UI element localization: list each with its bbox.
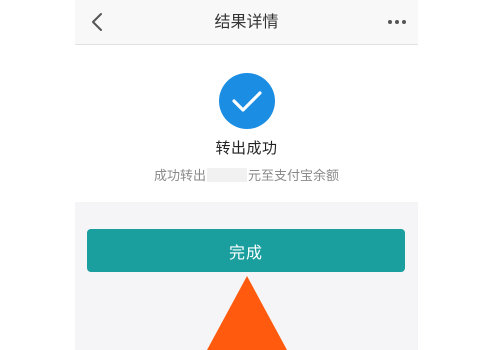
desc-suffix: 元至支付宝余额 bbox=[248, 169, 340, 184]
page-title: 结果详情 bbox=[214, 12, 279, 31]
ellipsis-icon bbox=[388, 20, 406, 24]
more-button[interactable] bbox=[382, 8, 412, 36]
nav-bar: 结果详情 bbox=[75, 0, 418, 45]
check-circle-icon bbox=[219, 73, 275, 129]
result-screen: 结果详情 转出成功 成功转出 元至支付宝余额 完成 bbox=[75, 0, 418, 350]
done-button[interactable]: 完成 bbox=[87, 229, 405, 272]
result-card: 转出成功 成功转出 元至支付宝余额 bbox=[75, 45, 418, 202]
result-description: 成功转出 元至支付宝余额 bbox=[75, 165, 418, 184]
desc-prefix: 成功转出 bbox=[153, 169, 206, 184]
arrow-up-icon bbox=[207, 276, 287, 350]
result-title: 转出成功 bbox=[215, 139, 278, 157]
masked-amount bbox=[207, 168, 247, 182]
